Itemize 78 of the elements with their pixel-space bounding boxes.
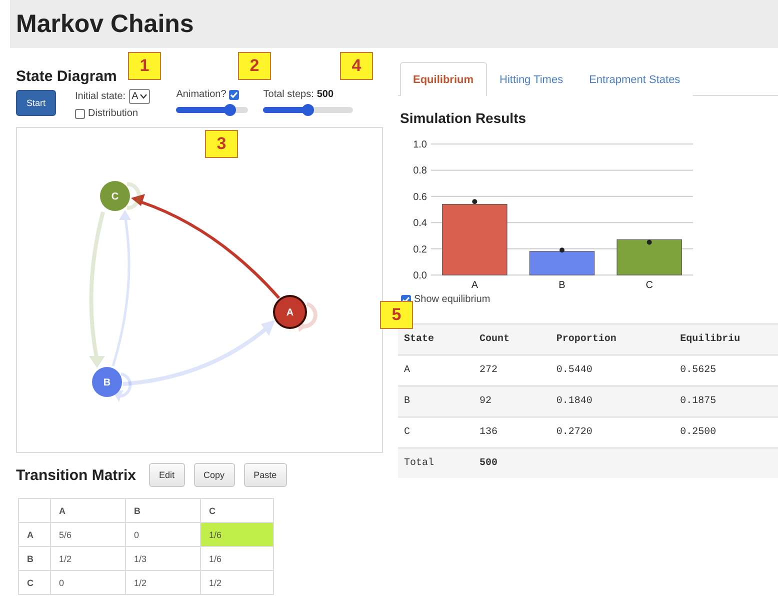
category-label: A bbox=[471, 280, 478, 291]
axis-tick-label: 0.6 bbox=[413, 192, 427, 203]
bar bbox=[616, 239, 682, 276]
callout-badge: 4 bbox=[340, 52, 373, 80]
callout-badge: 2 bbox=[238, 52, 271, 80]
table-cell: C bbox=[398, 417, 474, 448]
state-node[interactable]: B bbox=[92, 367, 122, 397]
matrix-cell[interactable]: 1/2 bbox=[200, 570, 274, 594]
toolbar-button[interactable]: Paste bbox=[244, 463, 287, 487]
table-cell: B bbox=[398, 386, 474, 417]
table-cell: 500 bbox=[473, 448, 550, 478]
column-header: C bbox=[200, 498, 274, 522]
checkbox-label: Show equilibrium bbox=[414, 294, 490, 305]
table-cell: 272 bbox=[473, 355, 550, 386]
axis-tick-label: 0.4 bbox=[413, 218, 427, 230]
matrix-cell[interactable]: 1/2 bbox=[50, 546, 126, 570]
page-title: Markov Chains bbox=[16, 10, 194, 38]
slider[interactable] bbox=[176, 104, 248, 116]
table-cell: 0.1840 bbox=[550, 386, 674, 417]
tab[interactable]: Equilibrium bbox=[400, 62, 486, 96]
table-corner-cell bbox=[18, 498, 50, 522]
callout-badge: 1 bbox=[128, 52, 161, 80]
table-cell: 0.2720 bbox=[550, 417, 674, 448]
category-label: B bbox=[558, 280, 566, 291]
toolbar-button[interactable]: Copy bbox=[194, 463, 235, 487]
axis-tick-label: 1.0 bbox=[413, 140, 427, 150]
row-header: C bbox=[18, 570, 50, 594]
self-loop-arrow bbox=[113, 372, 132, 402]
matrix-cell[interactable]: 1/6 bbox=[200, 522, 274, 546]
table-cell: 92 bbox=[473, 386, 550, 417]
start-button[interactable]: Start bbox=[16, 90, 56, 116]
toolbar-button[interactable]: Edit bbox=[149, 463, 185, 487]
checkbox-label: Animation? bbox=[176, 89, 226, 100]
bar bbox=[529, 251, 595, 276]
matrix-cell[interactable]: 1/6 bbox=[200, 546, 274, 570]
axis-tick-label: 0.8 bbox=[413, 166, 427, 177]
field-label: Initial state: bbox=[75, 91, 126, 102]
equilibrium-dot bbox=[646, 240, 652, 245]
equilibrium-dot bbox=[560, 248, 564, 253]
matrix-cell[interactable]: 1/3 bbox=[126, 546, 200, 570]
steps-value: 500 bbox=[316, 89, 334, 100]
bar bbox=[442, 204, 508, 276]
checkbox[interactable] bbox=[229, 90, 240, 100]
matrix-cell[interactable]: 0 bbox=[126, 522, 200, 546]
table-cell: 0.5440 bbox=[550, 355, 674, 386]
callout-badge: 3 bbox=[205, 130, 238, 158]
table-cell: 136 bbox=[473, 417, 550, 448]
row-header: A bbox=[18, 522, 50, 546]
column-header: Equilibriu bbox=[674, 324, 778, 355]
matrix-cell[interactable]: 0 bbox=[50, 570, 126, 594]
equilibrium-dot bbox=[472, 199, 478, 204]
column-header: A bbox=[50, 498, 126, 522]
section-title: Simulation Results bbox=[400, 110, 528, 126]
field-label: Total steps: bbox=[263, 89, 314, 100]
section-title: State Diagram bbox=[16, 68, 118, 85]
table-cell: A bbox=[398, 355, 474, 386]
column-header: B bbox=[126, 498, 200, 522]
state-node[interactable]: A bbox=[273, 295, 307, 329]
matrix-cell[interactable]: 5/6 bbox=[50, 522, 126, 546]
column-header: Proportion bbox=[550, 324, 674, 355]
callout-badge: 5 bbox=[380, 301, 413, 329]
table-cell: 0.2500 bbox=[674, 417, 778, 448]
checkbox-label: Distribution bbox=[88, 108, 138, 119]
slider[interactable] bbox=[263, 104, 354, 116]
table-cell: Total bbox=[398, 448, 474, 478]
table-cell: 0.5625 bbox=[674, 355, 778, 386]
column-header: Count bbox=[473, 324, 550, 355]
table-cell: 0.1875 bbox=[674, 386, 778, 417]
chevron-down-icon bbox=[140, 94, 148, 99]
state-select[interactable]: A bbox=[128, 89, 150, 104]
category-label: C bbox=[646, 280, 653, 291]
axis-tick-label: 0.2 bbox=[413, 244, 427, 256]
self-loop-arrow bbox=[297, 302, 318, 332]
matrix-cell[interactable]: 1/2 bbox=[126, 570, 200, 594]
section-title: Transition Matrix bbox=[16, 466, 136, 484]
row-header: B bbox=[18, 546, 50, 570]
axis-tick-label: 0.0 bbox=[413, 270, 427, 282]
checkbox[interactable] bbox=[75, 108, 85, 118]
